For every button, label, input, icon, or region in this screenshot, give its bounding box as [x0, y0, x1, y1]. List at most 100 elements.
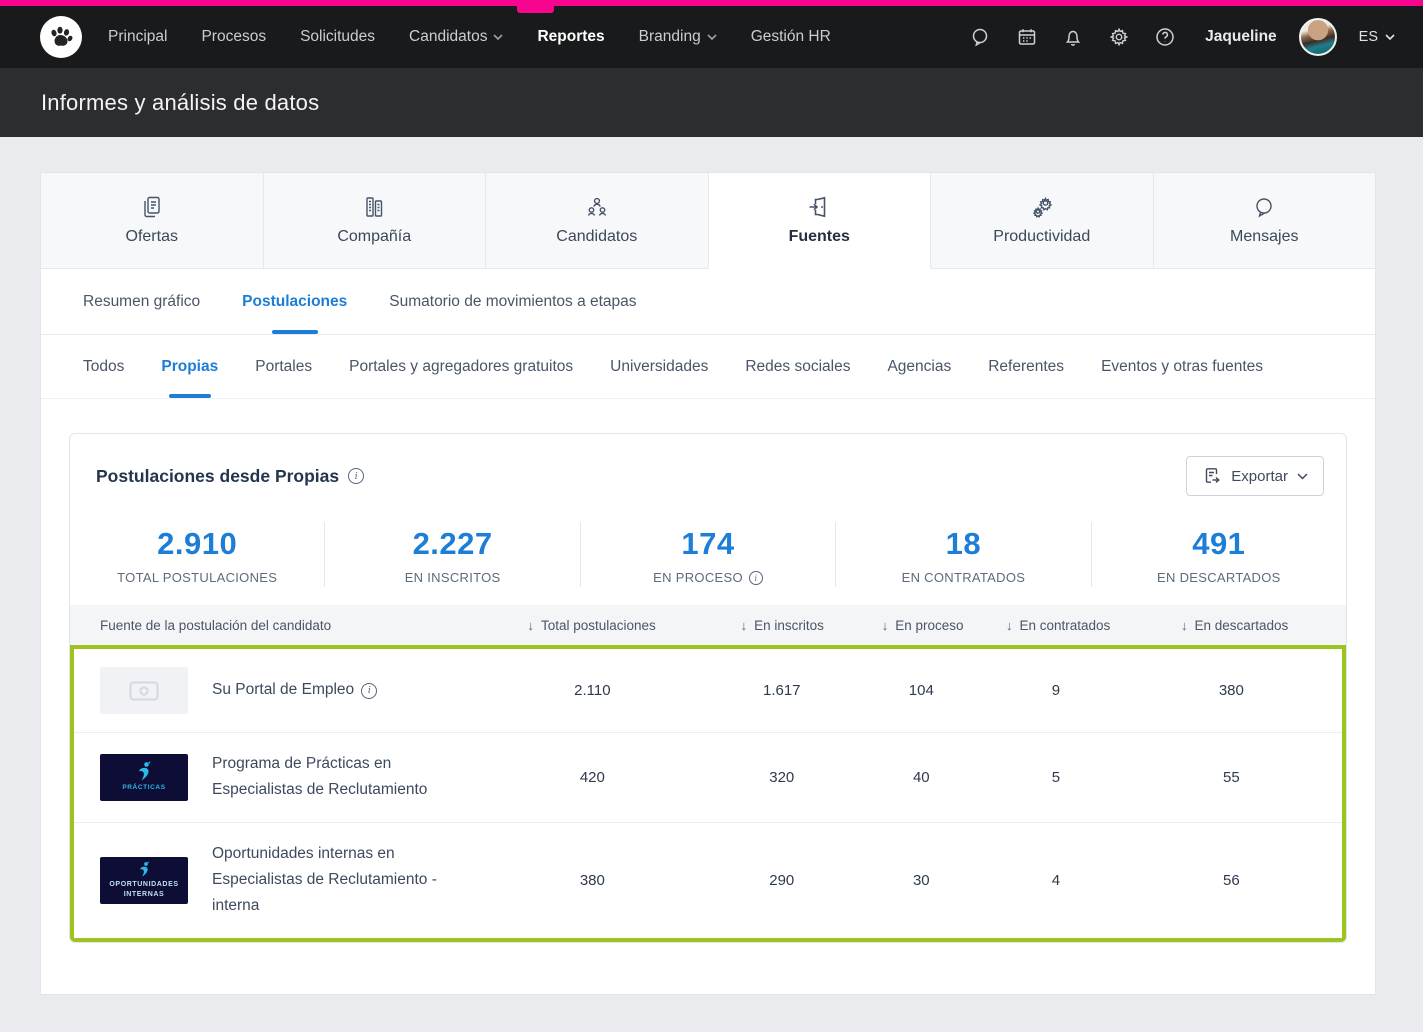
tab-label: Compañía — [337, 228, 412, 245]
cell-descartados: 380 — [1218, 682, 1244, 699]
help-icon[interactable] — [1153, 25, 1177, 49]
source-logo-practicas: PRÁCTICAS — [100, 753, 188, 801]
page-bottom-margin — [0, 995, 1423, 1032]
nav-item-reportes[interactable]: Reportes — [537, 28, 604, 46]
cell-inscritos: 290 — [769, 871, 795, 889]
col-en-inscritos[interactable]: ↓ En inscritos — [712, 618, 852, 633]
source-logo-placeholder — [100, 667, 188, 714]
cell-contratados: 4 — [1051, 871, 1061, 889]
tab-label: Ofertas — [125, 228, 178, 245]
page-title-bar: Informes y análisis de datos — [0, 68, 1423, 137]
source-name: Programa de Prácticas en Especialistas d… — [212, 755, 428, 799]
row-source-cell: PRÁCTICAS Programa de Prácticas en Espec… — [74, 733, 473, 822]
productivity-gears-icon — [1032, 196, 1053, 218]
top-accent-bar — [0, 0, 1423, 6]
stat-value: 18 — [945, 526, 982, 561]
stat-value: 174 — [681, 526, 735, 561]
info-icon[interactable]: i — [748, 570, 763, 585]
tab-compania[interactable]: Compañía — [263, 173, 486, 269]
export-button[interactable]: Exportar — [1186, 456, 1324, 496]
tab-fuentes[interactable]: Fuentes — [708, 173, 931, 269]
stat-en-inscritos: 2.227 EN INSCRITOS — [325, 522, 581, 587]
page-title: Informes y análisis de datos — [41, 89, 320, 115]
messages-bubble-icon — [1256, 198, 1272, 218]
nav-item-branding[interactable]: Branding — [639, 28, 717, 46]
card-header: Postulaciones desde Propias i Exportar — [70, 434, 1346, 516]
filter-propias[interactable]: Propias — [161, 335, 218, 398]
sort-desc-icon: ↓ — [881, 617, 889, 633]
col-en-descartados[interactable]: ↓ En descartados — [1123, 618, 1346, 633]
cell-total: 420 — [579, 768, 605, 786]
nav-item-procesos[interactable]: Procesos — [201, 28, 266, 46]
cell-contratados: 9 — [1051, 682, 1061, 699]
col-total-postulaciones[interactable]: ↓ Total postulaciones — [471, 618, 712, 633]
nav-menu: Principal Procesos Solicitudes Candidato… — [108, 28, 831, 46]
subtab-postulaciones[interactable]: Postulaciones — [242, 269, 347, 334]
subtab-sumatorio[interactable]: Sumatorio de movimientos a etapas — [389, 269, 636, 334]
nav-item-solicitudes[interactable]: Solicitudes — [300, 28, 375, 46]
language-selector[interactable]: ES — [1359, 29, 1395, 45]
filter-redes-sociales[interactable]: Redes sociales — [745, 335, 850, 398]
calendar-icon[interactable] — [1015, 25, 1039, 49]
table-row[interactable]: Su Portal de Empleo i 2.110 1.617 104 9 … — [74, 649, 1342, 732]
chevron-down-icon — [1297, 472, 1308, 480]
stat-label: TOTAL POSTULACIONES — [117, 570, 278, 585]
subtab-resumen-grafico[interactable]: Resumen gráfico — [83, 269, 200, 334]
main-navbar: Principal Procesos Solicitudes Candidato… — [0, 6, 1423, 68]
stat-en-descartados: 491 EN DESCARTADOS — [1092, 522, 1346, 587]
nav-item-candidatos[interactable]: Candidatos — [409, 28, 504, 46]
stat-value: 2.227 — [412, 526, 493, 561]
table-header: Fuente de la postulación del candidato ↓… — [70, 605, 1346, 645]
cell-total: 380 — [579, 871, 605, 889]
tab-ofertas[interactable]: Ofertas — [41, 173, 264, 269]
gear-icon[interactable] — [1107, 25, 1131, 49]
filter-portales-agregadores[interactable]: Portales y agregadores gratuitos — [349, 335, 573, 398]
nav-item-principal[interactable]: Principal — [108, 28, 167, 46]
sources-door-icon — [809, 196, 826, 218]
table-row[interactable]: OPORTUNIDADES INTERNAS Oportunidades int… — [74, 821, 1342, 938]
nav-item-gestion-hr[interactable]: Gestión HR — [751, 28, 831, 46]
col-fuente: Fuente de la postulación del candidato — [100, 617, 332, 633]
filter-eventos[interactable]: Eventos y otras fuentes — [1101, 335, 1263, 398]
tab-label: Fuentes — [788, 228, 850, 245]
col-en-contratados[interactable]: ↓ En contratados — [993, 618, 1123, 633]
person-swoosh-icon — [140, 861, 150, 878]
col-en-proceso[interactable]: ↓ En proceso — [852, 618, 992, 633]
tab-label: Candidatos — [556, 228, 638, 245]
source-name: Su Portal de Empleo i — [212, 677, 378, 703]
sub-tabs: Resumen gráfico Postulaciones Sumatorio … — [41, 269, 1375, 335]
filter-todos[interactable]: Todos — [83, 335, 124, 398]
filter-universidades[interactable]: Universidades — [610, 335, 708, 398]
report-tabs: Ofertas Compañía Candidatos Fuentes Prod… — [41, 173, 1375, 269]
tab-productividad[interactable]: Productividad — [931, 173, 1154, 269]
sort-desc-icon: ↓ — [740, 617, 748, 633]
stat-value: 2.910 — [157, 526, 238, 561]
cell-total: 2.110 — [574, 682, 611, 699]
filter-referentes[interactable]: Referentes — [988, 335, 1064, 398]
chevron-down-icon — [493, 34, 504, 40]
cell-descartados: 56 — [1222, 871, 1240, 889]
cell-proceso: 30 — [912, 871, 930, 889]
row-source-cell: OPORTUNIDADES INTERNAS Oportunidades int… — [74, 823, 473, 938]
app-logo[interactable] — [40, 16, 82, 58]
tab-label: Mensajes — [1230, 228, 1299, 245]
chevron-down-icon — [1385, 34, 1395, 40]
user-name[interactable]: Jaqueline — [1205, 28, 1277, 46]
nav-item-label: Branding — [638, 28, 701, 45]
user-avatar[interactable] — [1298, 18, 1337, 56]
chat-icon[interactable] — [969, 25, 993, 49]
bell-icon[interactable] — [1061, 25, 1085, 49]
info-icon[interactable]: i — [361, 682, 378, 699]
info-icon[interactable]: i — [348, 468, 365, 484]
tab-mensajes[interactable]: Mensajes — [1153, 173, 1375, 269]
stat-en-contratados: 18 EN CONTRATADOS — [836, 522, 1092, 587]
language-code: ES — [1358, 29, 1378, 45]
filter-portales[interactable]: Portales — [255, 335, 312, 398]
export-label: Exportar — [1231, 467, 1288, 485]
stat-label: EN CONTRATADOS — [901, 570, 1026, 585]
tab-candidatos[interactable]: Candidatos — [486, 173, 709, 269]
nav-item-label: Candidatos — [409, 28, 488, 45]
top-accent-notch — [517, 6, 554, 13]
filter-agencias[interactable]: Agencias — [887, 335, 951, 398]
table-row[interactable]: PRÁCTICAS Programa de Prácticas en Espec… — [74, 732, 1342, 822]
